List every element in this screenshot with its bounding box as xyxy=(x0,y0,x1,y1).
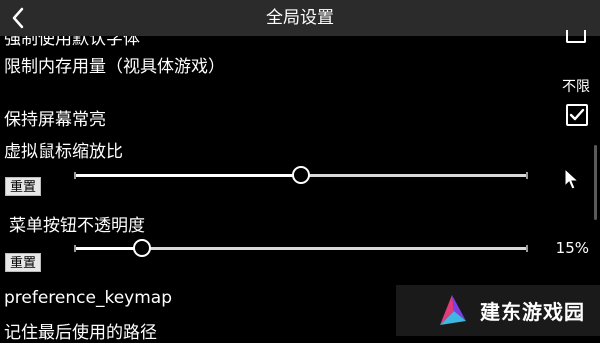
page-title: 全局设置 xyxy=(266,8,334,28)
slider-fill xyxy=(74,247,143,250)
scrollbar[interactable] xyxy=(594,145,597,220)
slider-thumb[interactable] xyxy=(292,166,310,184)
memory-limit-value[interactable]: 不限 xyxy=(562,76,590,96)
logo-icon xyxy=(440,294,466,325)
keep-screen-on-label[interactable]: 保持屏幕常亮 xyxy=(4,105,106,130)
keep-screen-on-checkbox[interactable] xyxy=(566,104,588,126)
remember-path-label[interactable]: 记住最后使用的路径 xyxy=(4,318,157,343)
title-bar: 全局设置 xyxy=(0,0,600,36)
memory-limit-label[interactable]: 限制内存用量（视具体游戏） xyxy=(4,52,225,77)
slider-track-end xyxy=(526,245,528,252)
cursor-scale-reset-button[interactable]: 重置 xyxy=(5,177,42,196)
slider-track-end xyxy=(74,172,76,179)
default-font-checkbox[interactable] xyxy=(566,30,586,43)
slider-thumb[interactable] xyxy=(133,239,152,257)
slider-track-end xyxy=(74,245,76,252)
cursor-scale-label: 虚拟鼠标缩放比 xyxy=(4,142,123,162)
menu-opacity-value: 15% xyxy=(555,239,589,257)
watermark: 建东游戏园 xyxy=(396,285,600,336)
slider-track-end xyxy=(526,172,528,179)
menu-opacity-label: 菜单按钮不透明度 xyxy=(9,216,145,236)
mouse-pointer-icon xyxy=(564,167,580,190)
watermark-text: 建东游戏园 xyxy=(480,300,585,324)
menu-opacity-reset-button[interactable]: 重置 xyxy=(5,253,42,272)
slider-fill xyxy=(74,174,301,177)
checkmark-icon xyxy=(569,108,585,121)
keymap-label[interactable]: preference_keymap xyxy=(4,288,172,308)
